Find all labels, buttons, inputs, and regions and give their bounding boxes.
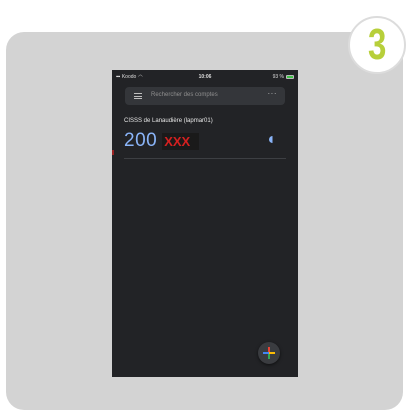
menu-icon[interactable] <box>134 93 142 99</box>
step-number: 3 <box>367 20 387 69</box>
account-name: CISSS de Lanaudière (lapmar01) <box>124 118 213 124</box>
account-divider <box>124 158 286 159</box>
battery-icon <box>286 75 294 79</box>
status-right: 93 % <box>273 74 294 80</box>
battery-percent: 93 % <box>272 74 284 80</box>
timer-icon <box>269 136 273 143</box>
add-account-button[interactable] <box>258 342 280 364</box>
edge-mark <box>112 150 114 155</box>
otp-code-mask: XXX <box>162 132 200 150</box>
add-icon <box>263 347 275 359</box>
battery-fill <box>287 76 293 78</box>
otp-code[interactable]: 200 XXX <box>124 130 200 152</box>
more-icon[interactable]: ··· <box>268 89 278 98</box>
search-bar[interactable]: Rechercher des comptes ··· <box>125 87 285 105</box>
status-bar: ▪▪▪ Koodo ◠ 10:06 93 % <box>112 70 298 84</box>
phone-screen: ▪▪▪ Koodo ◠ 10:06 93 % Rechercher des co… <box>112 70 298 377</box>
otp-code-digits: 200 <box>124 130 158 151</box>
step-badge: 3 <box>348 16 406 74</box>
search-placeholder[interactable]: Rechercher des comptes <box>151 92 218 98</box>
status-time: 10:06 <box>198 74 212 80</box>
